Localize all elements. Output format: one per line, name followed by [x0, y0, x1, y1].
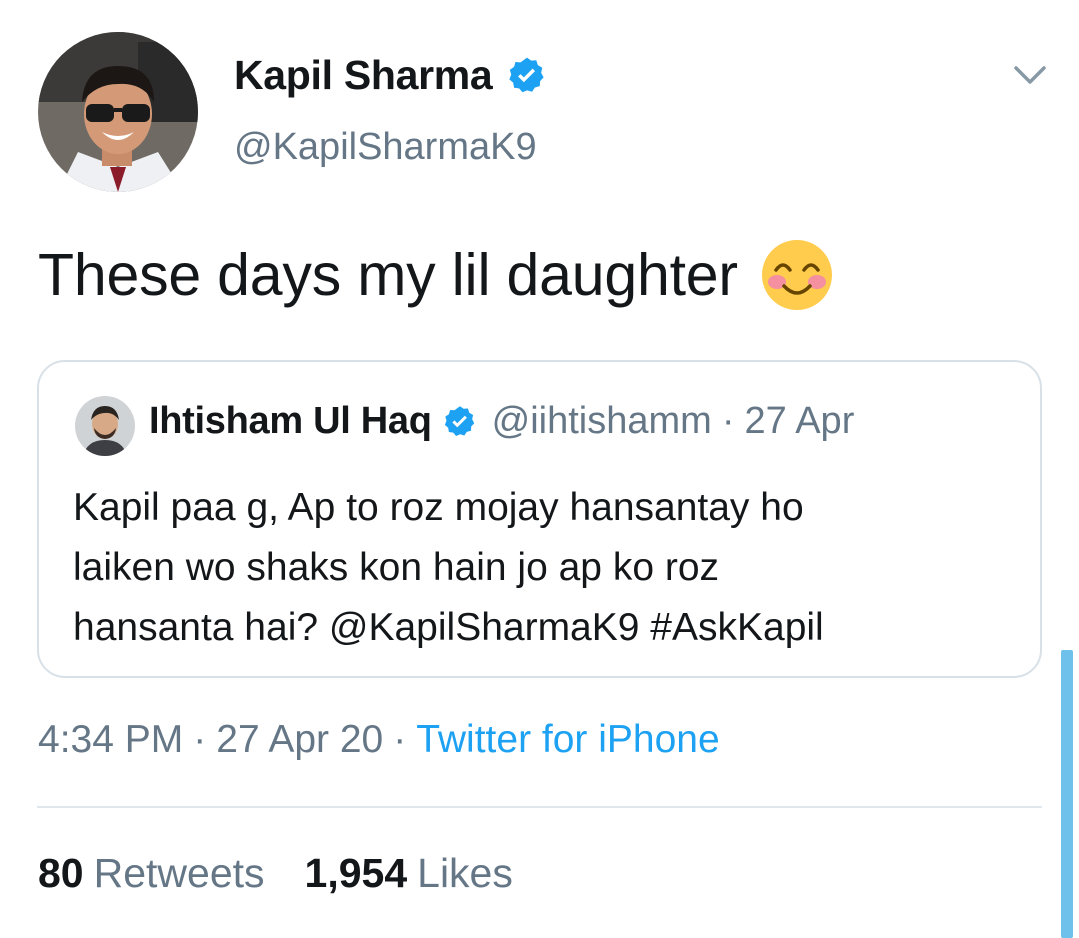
author-name-row[interactable]: Kapil Sharma [234, 52, 548, 99]
tweet-source-link[interactable]: Twitter for iPhone [416, 718, 719, 761]
quoted-text-line: hansanta hai? @KapilSharmaK9 #AskKapil [73, 606, 824, 649]
separator-dot: · [193, 718, 207, 761]
divider [37, 806, 1042, 808]
author-display-name[interactable]: Kapil Sharma [234, 52, 493, 99]
retweets-count: 80 [38, 850, 84, 896]
retweets-label: Retweets [93, 850, 265, 896]
separator-dot: · [721, 400, 735, 442]
chevron-down-icon[interactable] [1010, 60, 1050, 90]
tweet-stats: 80 Retweets 1,954 Likes [38, 850, 513, 897]
author-handle[interactable]: @KapilSharmaK9 [234, 126, 537, 169]
smiling-blushing-emoji-icon [760, 238, 834, 312]
verified-badge-icon [506, 55, 548, 97]
scrollbar[interactable] [1061, 650, 1073, 938]
retweets-stat[interactable]: 80 Retweets [38, 850, 265, 897]
quoted-tweet-date: 27 Apr [744, 400, 855, 442]
quoted-user-avatar-image [75, 396, 135, 456]
quoted-author-name[interactable]: Ihtisham Ul Haq [149, 400, 432, 443]
quoted-text-line: laiken wo shaks kon hain jo ap ko roz [73, 546, 720, 589]
tweet-text: These days my lil daughter [38, 238, 834, 312]
quoted-tweet-header: Ihtisham Ul Haq @iihtishamm · 27 Apr [149, 400, 854, 443]
tweet-body: These days my lil daughter [38, 242, 738, 308]
quoted-tweet-card[interactable]: Ihtisham Ul Haq @iihtishamm · 27 Apr Kap… [37, 360, 1042, 678]
user-avatar-image [38, 32, 198, 192]
tweet-meta: 4:34 PM · 27 Apr 20 · Twitter for iPhone [38, 718, 720, 762]
verified-badge-icon [442, 404, 478, 440]
quoted-tweet-text: Kapil paa g, Ap to roz mojay hansantay h… [73, 478, 1013, 658]
tweet-date[interactable]: 27 Apr 20 [216, 718, 383, 761]
tweet-time[interactable]: 4:34 PM [38, 718, 183, 761]
likes-stat[interactable]: 1,954 Likes [305, 850, 513, 897]
likes-label: Likes [417, 850, 513, 896]
quoted-author-avatar[interactable] [75, 396, 135, 456]
quoted-author-handle[interactable]: @iihtishamm [492, 400, 712, 443]
likes-count: 1,954 [304, 850, 408, 896]
author-avatar[interactable] [38, 32, 198, 192]
separator-dot: · [393, 718, 407, 761]
quoted-text-line: Kapil paa g, Ap to roz mojay hansantay h… [73, 486, 804, 529]
